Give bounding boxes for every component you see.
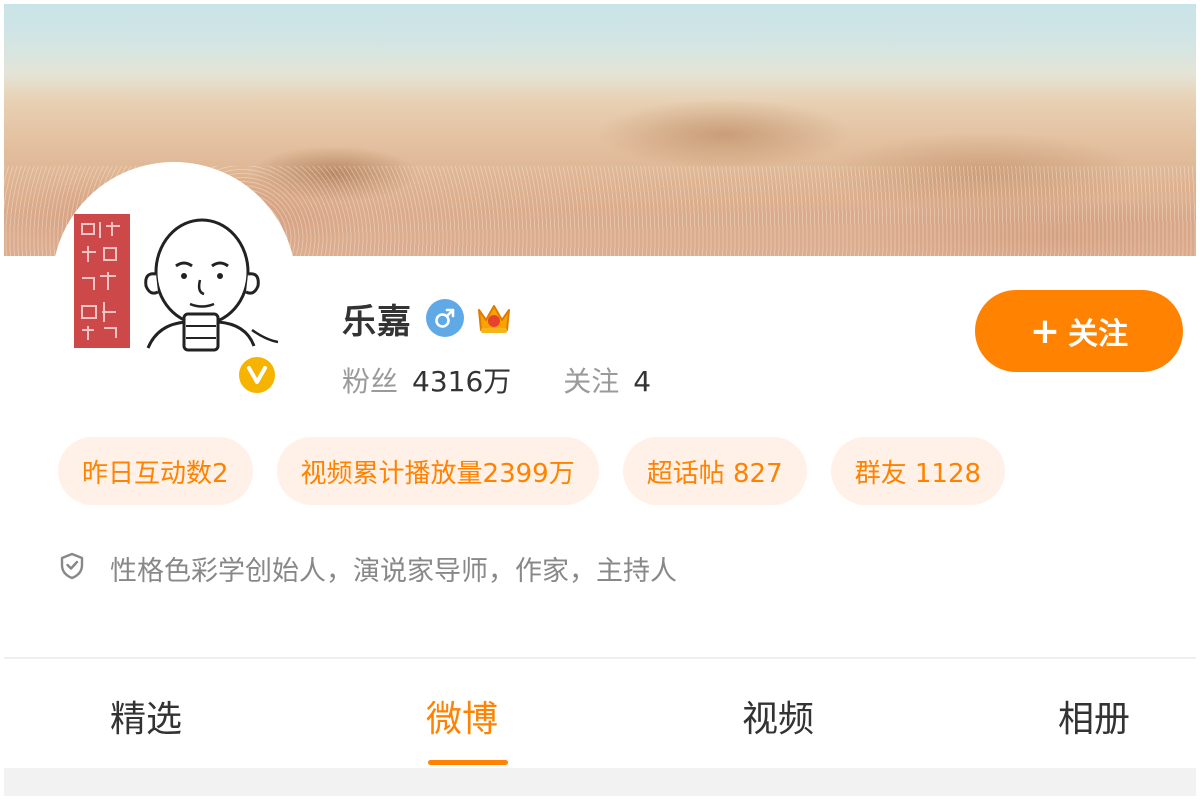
followers-count: 4316万: [412, 365, 512, 398]
tab-videos[interactable]: 视频: [742, 690, 814, 742]
profile-tags: 昨日互动数2 视频累计播放量2399万 超话帖 827 群友 1128: [58, 437, 1029, 505]
crown-icon[interactable]: [474, 298, 514, 338]
following-count: 4: [633, 365, 652, 398]
bio-text: 性格色彩学创始人，演说家导师，作家，主持人: [110, 555, 677, 587]
content-area-top: [4, 768, 1196, 796]
male-icon: [426, 299, 464, 337]
shield-icon: [58, 551, 86, 585]
profile-stats: 粉丝 4316万 关注 4: [342, 358, 651, 402]
divider: [4, 657, 1196, 659]
username: 乐嘉: [342, 301, 412, 342]
followers-label: 粉丝: [342, 365, 399, 398]
following-label: 关注: [563, 365, 620, 398]
follow-button[interactable]: + 关注: [975, 290, 1183, 372]
profile-page: 乐嘉 粉丝 4316万 关注 4 + 关注 昨日互动数2 视频累计播放量2399…: [0, 0, 1200, 800]
follow-button-label: 关注: [1068, 317, 1129, 352]
verified-v-icon: [236, 354, 278, 396]
profile-name-row: 乐嘉: [342, 292, 514, 344]
tab-weibo[interactable]: 微博: [426, 690, 498, 742]
tab-albums[interactable]: 相册: [1058, 690, 1130, 742]
tag-video-plays[interactable]: 视频累计播放量2399万: [276, 437, 599, 505]
following-stat[interactable]: 关注 4: [563, 360, 651, 400]
bio-row: 性格色彩学创始人，演说家导师，作家，主持人: [58, 548, 677, 588]
plus-icon: +: [1029, 310, 1061, 352]
tag-interactions[interactable]: 昨日互动数2: [58, 437, 253, 505]
tag-supertopic-posts[interactable]: 超话帖 827: [622, 437, 807, 505]
tag-group-friends[interactable]: 群友 1128: [830, 437, 1006, 505]
active-tab-indicator: [428, 760, 508, 765]
profile-tabs: 精选 微博 视频 相册: [4, 660, 1196, 768]
followers-stat[interactable]: 粉丝 4316万: [342, 360, 511, 400]
tab-featured[interactable]: 精选: [110, 690, 182, 742]
